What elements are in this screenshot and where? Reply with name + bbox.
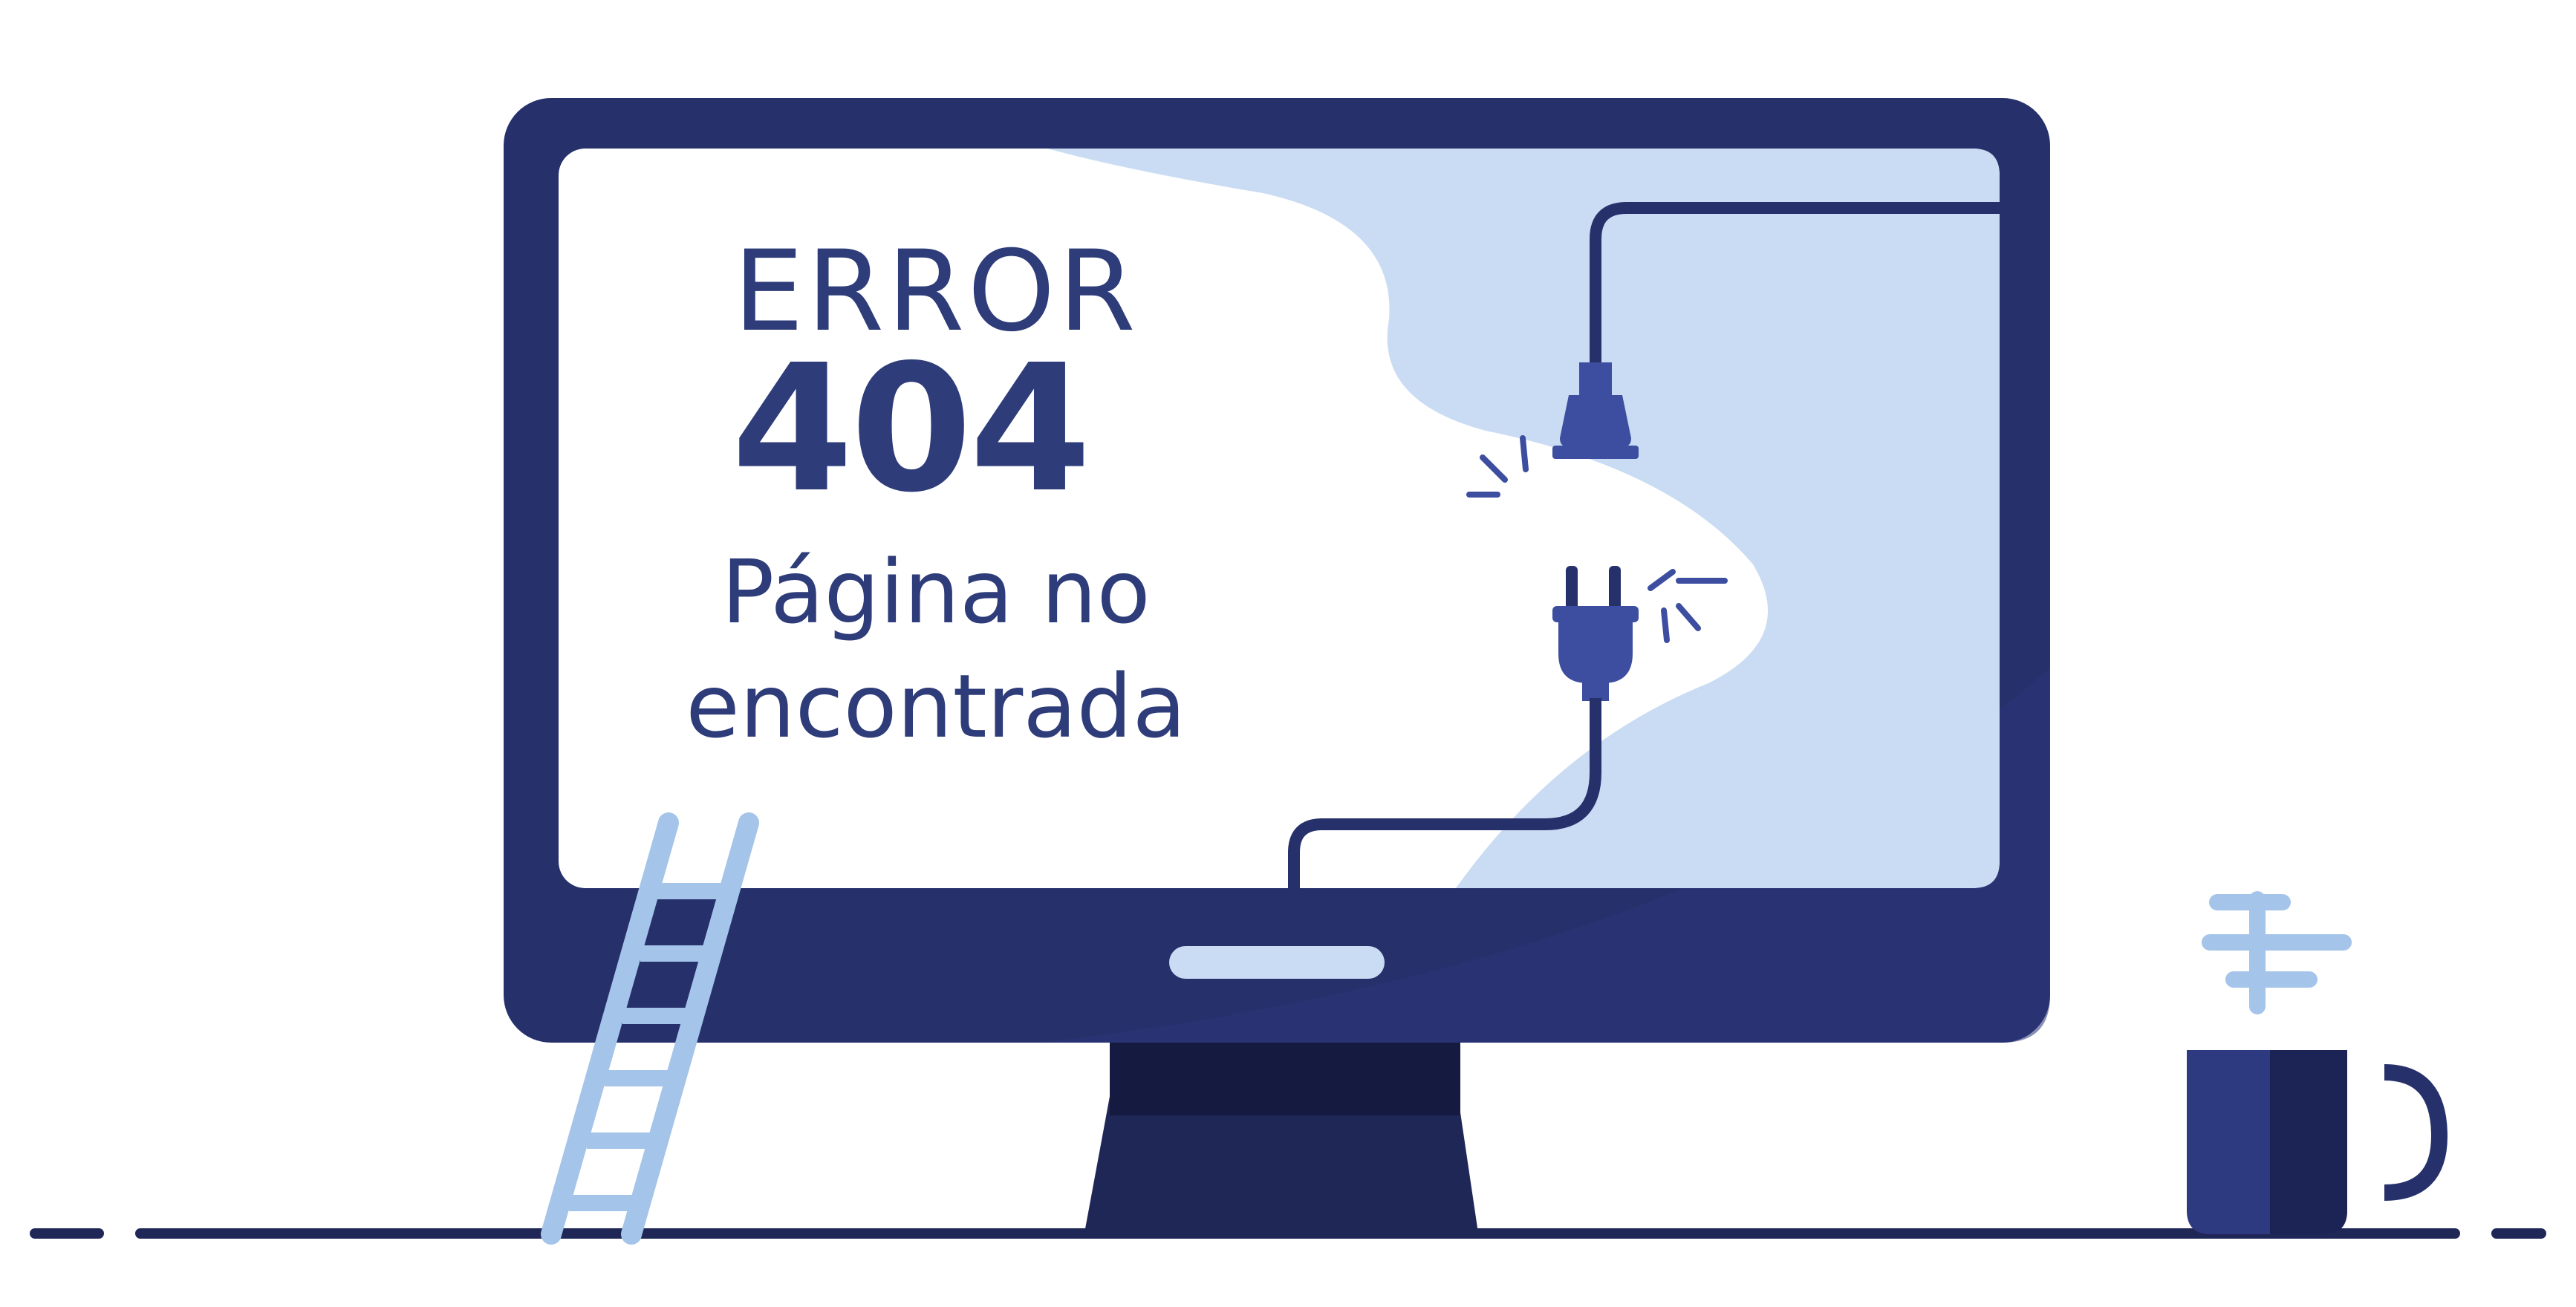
error-message-line-1: Página no (721, 541, 1151, 643)
error-illustration (30, 98, 2546, 1245)
error-message-line-2: encontrada (686, 655, 1186, 757)
coffee-mug-icon (2187, 1050, 2448, 1234)
steam-icon (2202, 891, 2352, 1014)
monitor-stand (1084, 1032, 1478, 1233)
error-code: 404 (731, 327, 1092, 531)
